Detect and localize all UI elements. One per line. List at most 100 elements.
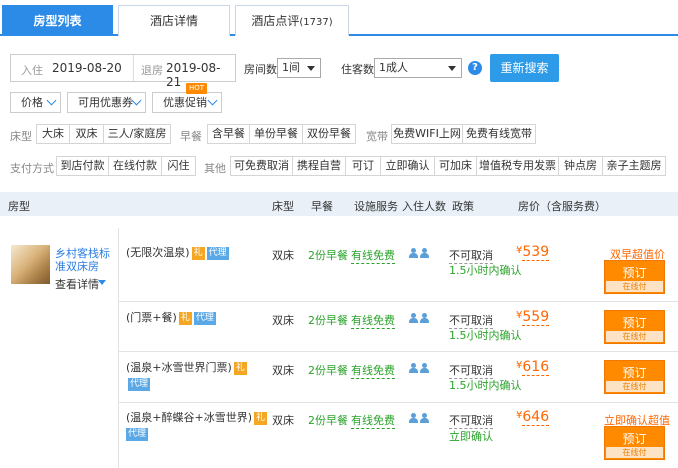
offer-title: (温泉+冰雪世界门票) xyxy=(126,361,232,374)
hot-badge: HOT xyxy=(186,83,208,94)
search-button[interactable]: 重新搜索 xyxy=(490,54,559,82)
breakfast-row-label: 早餐 xyxy=(180,130,202,143)
row-divider xyxy=(118,301,678,302)
other-option-instant-confirm[interactable]: 立即确认 xyxy=(380,156,435,176)
room-table-header: 房型 床型 早餐 设施服务 入住人数 政策 房价（含服务费） xyxy=(0,192,678,216)
row-divider xyxy=(118,402,678,403)
other-option-extra-bed[interactable]: 可加床 xyxy=(434,156,477,176)
coupon-filter-label: 可用优惠券 xyxy=(78,96,133,109)
offer-price[interactable]: ¥559 xyxy=(516,309,550,326)
offer-name: (温泉+醉蝶谷+冰雪世界) 礼代理 xyxy=(126,410,268,442)
offer-price[interactable]: ¥646 xyxy=(516,409,550,426)
bed-option-king[interactable]: 大床 xyxy=(36,124,70,144)
other-row-label: 其他 xyxy=(204,162,226,175)
rooms-arrow-icon xyxy=(307,66,315,71)
gift-icon[interactable]: 礼 xyxy=(178,312,192,325)
tab-room-list[interactable]: 房型列表 xyxy=(2,5,113,36)
book-label: 预订 xyxy=(622,432,647,446)
broadband-row-label: 宽带 xyxy=(366,130,388,143)
bed-type: 双床 xyxy=(272,249,294,262)
book-button[interactable]: 预订 在线付 xyxy=(604,260,665,294)
col-room-type: 房型 xyxy=(8,200,30,213)
broadband-option-wifi[interactable]: 免费WIFI上网 xyxy=(391,124,463,144)
payment-option-flash[interactable]: 闪住 xyxy=(161,156,196,176)
pay-online-label: 在线付 xyxy=(606,281,663,292)
rooms-select[interactable]: 1间 xyxy=(277,58,321,78)
agent-badge[interactable]: 代理 xyxy=(206,247,229,260)
col-breakfast: 早餐 xyxy=(311,200,333,213)
payment-option-pay-at-hotel[interactable]: 到店付款 xyxy=(56,156,109,176)
broadband-info[interactable]: 有线免费 xyxy=(351,247,395,264)
bed-option-family[interactable]: 三人/家庭房 xyxy=(103,124,171,144)
coupon-filter[interactable]: 可用优惠券 xyxy=(67,92,146,113)
tab-hotel-detail[interactable]: 酒店详情 xyxy=(118,5,230,36)
rooms-value: 1间 xyxy=(282,61,300,74)
bed-option-twin[interactable]: 双床 xyxy=(69,124,104,144)
broadband-info[interactable]: 有线免费 xyxy=(351,312,395,329)
other-option-self-run[interactable]: 携程自营 xyxy=(292,156,346,176)
offer-price[interactable]: ¥616 xyxy=(516,359,550,376)
confirm-time: 1.5小时内确认 xyxy=(449,379,522,392)
other-option-hourly-room[interactable]: 钟点房 xyxy=(558,156,603,176)
checkin-date[interactable]: 2019-08-20 xyxy=(52,61,122,75)
help-icon[interactable]: ? xyxy=(468,61,482,75)
agent-badge[interactable]: 代理 xyxy=(128,378,151,391)
confirm-time: 立即确认 xyxy=(449,430,493,443)
checkout-label: 退房 xyxy=(141,64,163,77)
broadband-info[interactable]: 有线免费 xyxy=(351,362,395,379)
other-option-free-cancel[interactable]: 可免费取消 xyxy=(230,156,293,176)
chevron-down-icon xyxy=(131,95,142,106)
bed-type: 双床 xyxy=(272,364,294,377)
tab-room-list-label: 房型列表 xyxy=(33,14,82,28)
breakfast-option-double[interactable]: 双份早餐 xyxy=(302,124,356,144)
gift-icon[interactable]: 礼 xyxy=(191,247,205,260)
other-option-available[interactable]: 可订 xyxy=(345,156,381,176)
book-button[interactable]: 预订 在线付 xyxy=(604,360,665,394)
agent-badge[interactable]: 代理 xyxy=(126,428,149,441)
offer-title: (无限次温泉) xyxy=(126,246,190,259)
book-button[interactable]: 预订 在线付 xyxy=(604,426,665,460)
other-option-vat-invoice[interactable]: 增值税专用发票 xyxy=(476,156,559,176)
breakfast-option-single[interactable]: 单份早餐 xyxy=(249,124,303,144)
breakfast-count: 2份早餐 xyxy=(308,414,348,427)
confirm-time: 1.5小时内确认 xyxy=(449,329,522,342)
payment-option-online[interactable]: 在线付款 xyxy=(108,156,162,176)
book-label: 预订 xyxy=(622,266,647,280)
book-label: 预订 xyxy=(622,316,647,330)
col-facilities: 设施服务 xyxy=(354,200,398,213)
pay-online-label: 在线付 xyxy=(606,381,663,392)
pay-online-label: 在线付 xyxy=(606,331,663,342)
book-button[interactable]: 预订 在线付 xyxy=(604,310,665,344)
cancel-policy[interactable]: 不可取消 xyxy=(449,412,493,429)
date-divider xyxy=(133,55,134,81)
broadband-info[interactable]: 有线免费 xyxy=(351,412,395,429)
price-filter[interactable]: 价格 xyxy=(10,92,61,113)
room-name-link[interactable]: 乡村客栈标准双床房 xyxy=(55,247,117,273)
agent-badge[interactable]: 代理 xyxy=(193,312,216,325)
tab-hotel-reviews[interactable]: 酒店点评(1737) xyxy=(235,5,349,36)
breakfast-option-included[interactable]: 含早餐 xyxy=(207,124,250,144)
tab-bar: 房型列表 酒店详情 酒店点评(1737) xyxy=(0,0,678,36)
bed-type: 双床 xyxy=(272,414,294,427)
promo-filter[interactable]: 优惠促销 xyxy=(152,92,222,113)
price-value: 616 xyxy=(522,359,550,376)
rooms-label: 房间数 xyxy=(244,63,277,76)
offer-price[interactable]: ¥539 xyxy=(516,244,550,261)
room-thumbnail[interactable] xyxy=(11,245,50,284)
chevron-down-icon xyxy=(207,95,218,106)
broadband-option-wired[interactable]: 免费有线宽带 xyxy=(462,124,536,144)
price-filter-label: 价格 xyxy=(21,96,43,109)
gift-icon[interactable]: 礼 xyxy=(233,362,247,375)
offer-name: (门票+餐) 礼代理 xyxy=(126,310,268,326)
checkin-label: 入住 xyxy=(21,64,43,77)
guests-select[interactable]: 1成人 xyxy=(374,58,462,78)
col-occupancy: 入住人数 xyxy=(402,200,446,213)
guests-value: 1成人 xyxy=(379,61,408,74)
date-range-picker[interactable]: 入住 2019-08-20 退房 2019-08-21 xyxy=(10,54,236,89)
breakfast-count: 2份早餐 xyxy=(308,314,348,327)
other-option-family-theme[interactable]: 亲子主题房 xyxy=(602,156,666,176)
gift-icon[interactable]: 礼 xyxy=(254,412,268,425)
two-people-icon xyxy=(409,363,429,373)
view-details-link[interactable]: 查看详情 xyxy=(55,276,99,292)
review-count: (1737) xyxy=(299,17,333,28)
